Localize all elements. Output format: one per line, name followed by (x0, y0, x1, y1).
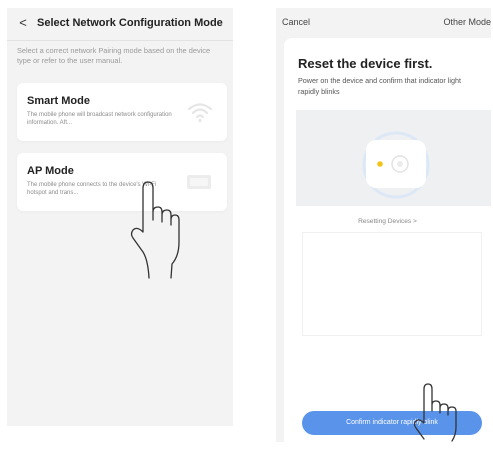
smart-mode-title: Smart Mode (27, 95, 90, 107)
instructions-text: Select a correct network Pairing mode ba… (17, 46, 211, 65)
ap-mode-card[interactable]: AP Mode The mobile phone connects to the… (17, 153, 227, 211)
divider (7, 40, 233, 41)
wifi-icon (187, 103, 213, 123)
smart-mode-card[interactable]: Smart Mode The mobile phone will broadca… (17, 83, 227, 141)
device-indicator-illustration (296, 110, 491, 206)
pointing-hand-icon (413, 383, 457, 442)
ap-mode-title: AP Mode (27, 165, 74, 177)
cancel-button[interactable]: Cancel (282, 17, 310, 27)
device-icon (187, 175, 211, 189)
other-mode-button[interactable]: Other Mode (443, 17, 491, 27)
indicator-light-icon (377, 161, 383, 167)
header: < Select Network Configuration Mode (7, 8, 233, 38)
resetting-devices-link[interactable]: Resetting Devices > (284, 218, 491, 225)
panel-description: Power on the device and confirm that ind… (298, 76, 462, 96)
device-illustration (296, 110, 491, 206)
left-phone-screen: < Select Network Configuration Mode Sele… (7, 8, 233, 426)
instruction-video-area (302, 232, 482, 336)
pointing-hand-icon (130, 181, 180, 279)
page-title: Select Network Configuration Mode (37, 17, 223, 29)
top-bar: Cancel Other Mode (276, 8, 491, 38)
reset-panel: Reset the device first. Power on the dev… (284, 38, 491, 442)
back-button[interactable]: < (16, 15, 30, 30)
right-phone-screen: Cancel Other Mode Reset the device first… (276, 8, 491, 442)
panel-title: Reset the device first. (298, 56, 433, 71)
smart-mode-description: The mobile phone will broadcast network … (27, 112, 172, 126)
